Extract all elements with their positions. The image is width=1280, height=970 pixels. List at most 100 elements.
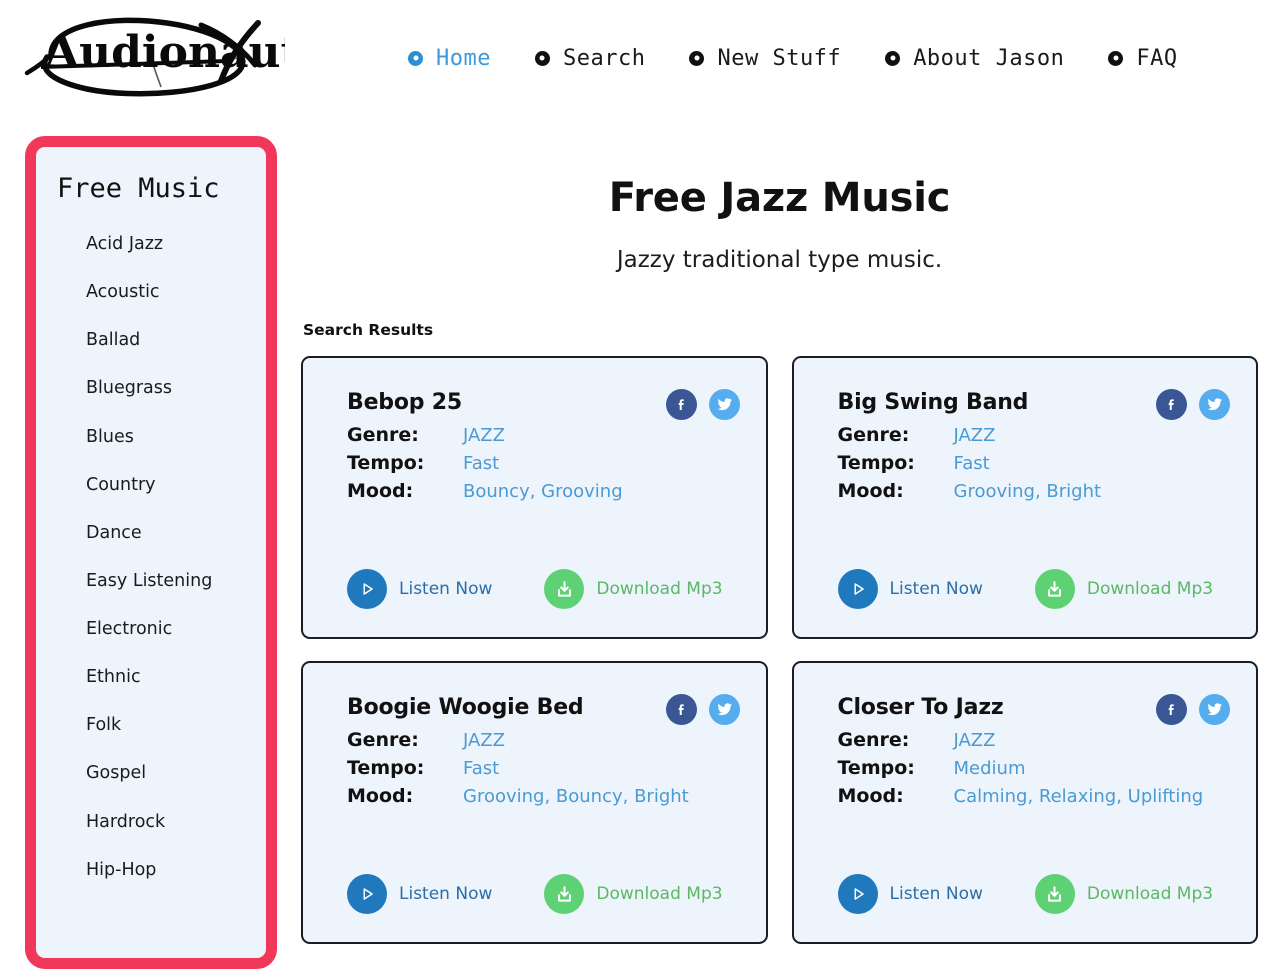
- card-header: Boogie Woogie Bed: [347, 694, 740, 725]
- track-metadata: Genre: JAZZ Tempo: Fast Mood: Bouncy, Gr…: [347, 426, 740, 501]
- genre-value: JAZZ: [463, 425, 505, 446]
- download-icon: [1034, 874, 1075, 914]
- listen-now-label: Listen Now: [399, 579, 493, 599]
- listen-now-button[interactable]: Listen Now: [837, 569, 983, 609]
- list-item: Ballad: [36, 316, 266, 364]
- listen-now-label: Listen Now: [889, 579, 983, 599]
- logo-svg: Audionauti ®: [24, 17, 285, 97]
- page-subtitle: Jazzy traditional type music.: [616, 247, 943, 273]
- genre-value: JAZZ: [463, 730, 505, 751]
- main-navigation: Home Search New Stuff About Jason FAQ: [408, 46, 1178, 73]
- sidebar-item-acid-jazz[interactable]: Acid Jazz: [36, 220, 266, 268]
- track-title: Closer To Jazz: [837, 695, 1004, 720]
- sidebar-item-ballad[interactable]: Ballad: [36, 316, 266, 364]
- table-row: Big Swing Band Genre: JAZZ Tempo: Fast M…: [791, 356, 1258, 639]
- nav-item-about-jason[interactable]: About Jason: [885, 46, 1064, 71]
- sidebar-genre-list: Acid Jazz Acoustic Ballad Bluegrass Blue…: [36, 220, 266, 894]
- listen-now-button[interactable]: Listen Now: [347, 569, 492, 609]
- genre-sidebar: Free Music Acid Jazz Acoustic Ballad Blu…: [25, 136, 277, 969]
- download-mp3-button[interactable]: Download Mp3: [544, 569, 723, 609]
- search-results-label: Search Results: [303, 321, 434, 339]
- download-mp3-label: Download Mp3: [596, 579, 723, 599]
- tempo-label: Tempo:: [837, 757, 915, 779]
- meta-row-tempo: Tempo: Fast: [838, 454, 1231, 473]
- sidebar-item-bluegrass[interactable]: Bluegrass: [36, 364, 266, 412]
- sidebar-item-folk[interactable]: Folk: [36, 701, 266, 749]
- list-item: Country: [36, 461, 266, 509]
- social-share-row: [665, 694, 740, 725]
- tempo-label: Tempo:: [347, 452, 425, 474]
- sidebar-item-ethnic[interactable]: Ethnic: [36, 653, 266, 701]
- sidebar-item-dance[interactable]: Dance: [36, 509, 266, 557]
- sidebar-item-electronic[interactable]: Electronic: [36, 605, 266, 653]
- listen-now-button[interactable]: Listen Now: [837, 874, 983, 914]
- twitter-icon[interactable]: [708, 694, 740, 725]
- play-icon: [347, 569, 387, 609]
- facebook-icon[interactable]: [1156, 389, 1187, 420]
- tempo-label: Tempo:: [347, 757, 425, 779]
- sidebar-item-hardrock[interactable]: Hardrock: [36, 798, 266, 846]
- facebook-icon[interactable]: [1156, 694, 1187, 725]
- audionautix-swoosh-logo[interactable]: Audionauti ®: [0, 9, 300, 109]
- mood-label: Mood:: [347, 785, 414, 807]
- meta-row-tempo: Tempo: Fast: [347, 759, 740, 778]
- download-mp3-button[interactable]: Download Mp3: [544, 874, 723, 914]
- nav-item-home[interactable]: Home: [408, 46, 491, 71]
- list-item: Acid Jazz: [36, 220, 266, 268]
- sidebar-item-acoustic[interactable]: Acoustic: [36, 268, 266, 316]
- facebook-icon[interactable]: [665, 694, 697, 725]
- nav-item-faq[interactable]: FAQ: [1108, 46, 1177, 71]
- sidebar-item-easy-listening[interactable]: Easy Listening: [36, 557, 266, 605]
- tempo-value: Fast: [463, 453, 500, 474]
- track-metadata: Genre: JAZZ Tempo: Medium Mood: Calming,…: [838, 731, 1231, 806]
- logo-wordmark: Audionauti: [44, 27, 285, 78]
- mood-value: Calming, Relaxing, Uplifting: [953, 786, 1204, 807]
- tempo-label: Tempo:: [837, 452, 915, 474]
- sidebar-item-country[interactable]: Country: [36, 461, 266, 509]
- meta-row-genre: Genre: JAZZ: [347, 731, 740, 750]
- track-title: Boogie Woogie Bed: [347, 695, 584, 720]
- table-row: Closer To Jazz Genre: JAZZ Tempo: Medium…: [791, 661, 1258, 944]
- card-actions: Listen Now Download Mp3: [837, 874, 1213, 914]
- meta-row-genre: Genre: JAZZ: [838, 731, 1231, 750]
- download-icon: [1034, 569, 1075, 609]
- site-header: Audionauti ® Home Search New Stuff About…: [0, 0, 1280, 118]
- sidebar-item-blues[interactable]: Blues: [36, 413, 266, 461]
- twitter-icon[interactable]: [1199, 694, 1230, 725]
- ring-bullet-icon: [408, 50, 423, 66]
- nav-label: About Jason: [913, 45, 1065, 71]
- card-actions: Listen Now Download Mp3: [837, 569, 1213, 609]
- twitter-icon[interactable]: [1199, 389, 1230, 420]
- nav-item-new-stuff[interactable]: New Stuff: [689, 46, 841, 71]
- nav-item-search[interactable]: Search: [534, 45, 646, 71]
- download-mp3-button[interactable]: Download Mp3: [1034, 874, 1213, 914]
- main-content: Free Jazz Music Jazzy traditional type m…: [277, 118, 1280, 944]
- listen-now-label: Listen Now: [889, 884, 983, 904]
- twitter-icon[interactable]: [708, 389, 740, 420]
- download-mp3-button[interactable]: Download Mp3: [1034, 569, 1213, 609]
- genre-label: Genre:: [347, 424, 419, 446]
- ring-bullet-icon: [1108, 50, 1124, 66]
- tempo-value: Fast: [463, 758, 500, 779]
- sidebar-item-hip-hop[interactable]: Hip-Hop: [36, 846, 266, 894]
- social-share-row: [1156, 389, 1230, 420]
- meta-row-genre: Genre: JAZZ: [838, 426, 1231, 445]
- meta-row-tempo: Tempo: Fast: [347, 454, 740, 473]
- list-item: Acoustic: [36, 268, 266, 316]
- tempo-value: Medium: [953, 758, 1026, 779]
- table-row: Boogie Woogie Bed Genre: JAZZ Tempo: Fas…: [301, 661, 768, 944]
- listen-now-button[interactable]: Listen Now: [347, 874, 492, 914]
- list-item: Hardrock: [36, 798, 266, 846]
- list-item: Gospel: [36, 749, 266, 797]
- list-item: Blues: [36, 413, 266, 461]
- sidebar-item-gospel[interactable]: Gospel: [36, 749, 266, 797]
- ring-bullet-icon: [885, 50, 901, 66]
- genre-label: Genre:: [347, 729, 419, 751]
- nav-label: Search: [562, 45, 646, 71]
- facebook-icon[interactable]: [665, 389, 697, 420]
- card-header: Closer To Jazz: [837, 694, 1230, 725]
- genre-value: JAZZ: [953, 730, 996, 751]
- mood-value: Bouncy, Grooving: [463, 481, 623, 502]
- card-header: Bebop 25: [347, 389, 740, 420]
- nav-label: New Stuff: [717, 45, 842, 71]
